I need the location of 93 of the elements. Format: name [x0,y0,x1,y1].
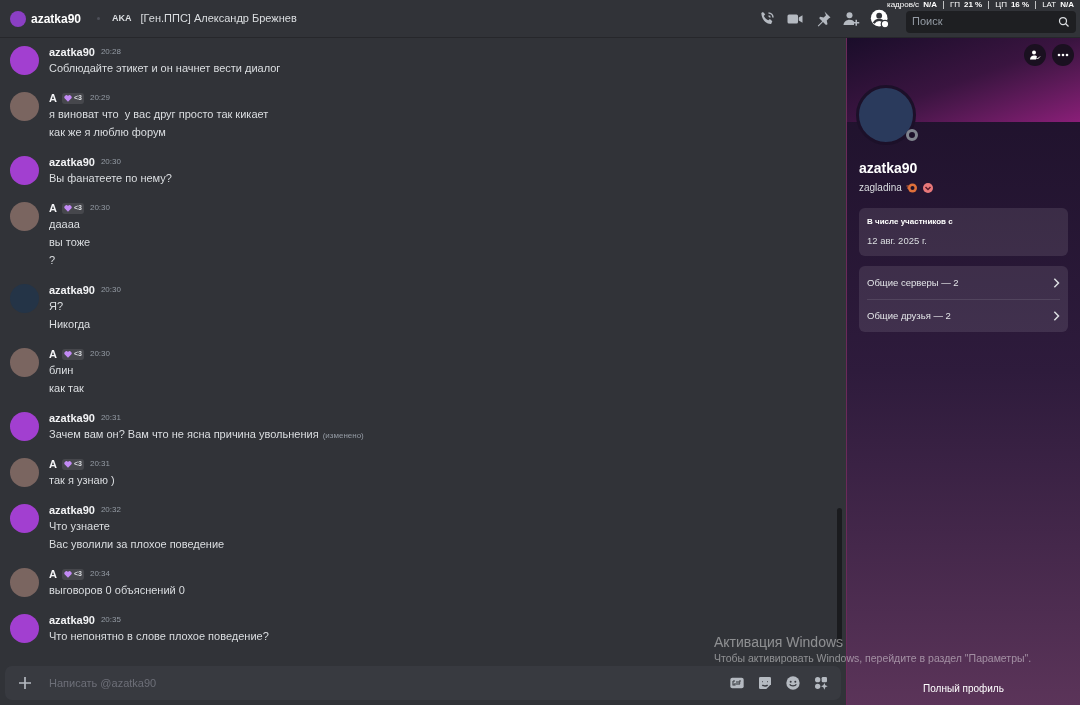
message-time: 20:28 [100,46,121,58]
user-avatar[interactable] [10,156,39,185]
chevron-right-icon [1052,277,1060,288]
member-since-date: 12 авг. 2025 г. [867,234,928,248]
message-author[interactable]: azatka90 [49,409,95,427]
heart-icon [63,94,72,102]
user-avatar [10,10,26,27]
message-time: 20:32 [100,504,121,516]
gif-icon[interactable] [729,675,745,691]
message-time: 20:34 [89,568,110,580]
user-avatar[interactable] [10,92,39,121]
stat-value: 16 % [1010,0,1030,9]
stat-label: LAT [1042,0,1057,9]
message-author[interactable]: azatka90 [49,43,95,61]
user-avatar[interactable] [10,348,39,377]
message-text: как так [49,381,84,396]
message-time: 20:30 [89,202,110,214]
emoji-icon[interactable] [785,675,801,691]
more-icon [1057,53,1069,57]
aka-label: AKA [112,11,132,25]
stat-label: ЦП [995,0,1007,9]
message-author[interactable]: azatka90 [49,501,95,519]
header-username: azatka90 [31,10,82,28]
sticker-icon[interactable] [757,675,773,691]
user-avatar[interactable] [10,412,39,441]
search-icon [1058,15,1070,28]
apps-icon[interactable] [813,675,829,691]
message-author[interactable]: azatka90 [49,611,95,629]
message-author[interactable]: A [49,565,57,583]
message-text: Вы фанатеете по нему? [49,171,172,186]
status-indicator [906,129,918,141]
search-field[interactable]: Поиск [906,10,1076,33]
message-author[interactable]: A [49,199,57,217]
user-avatar[interactable] [10,202,39,231]
message-text: так я узнаю ) [49,473,115,488]
message-author[interactable]: A [49,455,57,473]
message-author[interactable]: A [49,89,57,107]
aka-name: [Ген.ППС] Александр Брежнев [140,11,297,27]
message-text: Что непонятно в слове плохое поведение? [49,629,269,644]
message-text: Вас уволили за плохое поведение [49,537,225,552]
message-text: Что узнаете [49,519,110,534]
user-avatar[interactable] [10,46,39,75]
activation-notice-text: Чтобы активировать Windows, перейдите в раздел "Параметры". [714,651,1032,665]
message-text: я виноват что у вас друг просто так кикает [49,107,269,122]
message-author[interactable]: A [49,345,57,363]
user-avatar[interactable] [10,614,39,643]
message-text: как же я люблю форум [49,125,166,140]
mutual-link[interactable]: Общие серверы — 2 [867,266,1060,300]
member-since-label: В числе участников с [867,216,954,228]
activation-notice-title: Активация Windows [714,634,845,651]
edited-label: (изменено) [322,430,364,442]
heart-icon [63,350,72,358]
message-text: выговоров 0 объяснений 0 [49,583,185,598]
user-avatar[interactable] [10,458,39,487]
message-text: ? [49,253,56,268]
mutual-link[interactable]: Общие друзья — 2 [867,299,1060,333]
search-input[interactable]: Поиск [912,13,1058,30]
stat-value: 21 % [964,0,983,9]
heart-icon [63,570,72,578]
message-text: Я? [49,299,64,314]
message-time: 20:31 [100,412,121,424]
stat-value: N/A [1060,0,1074,9]
message-author[interactable]: azatka90 [49,153,95,171]
message-text: даааа [49,217,80,232]
message-text: Соблюдайте этикет и он начнет вести диалог [49,61,281,76]
badge-icon [905,181,918,194]
message-text: вы тоже [49,235,91,250]
message-time: 20:31 [89,458,110,470]
message-time: 20:35 [100,614,121,626]
profile-username: zagladina [859,181,902,195]
stat-value: N/A [923,0,937,9]
message-time: 20:30 [100,284,121,296]
full-profile-button[interactable]: Полный профиль [915,679,1012,698]
heart-icon [63,460,72,468]
add-friend-icon[interactable] [842,9,860,28]
message-text: Никогда [49,317,91,332]
chevron-right-icon [1052,311,1060,322]
user-check-icon [1029,49,1041,61]
message-time: 20:30 [100,156,121,168]
badge-icon [921,181,934,194]
message-time: 20:30 [89,348,110,360]
user-avatar[interactable] [10,504,39,533]
user-avatar[interactable] [10,568,39,597]
profile-display-name: azatka90 [859,159,919,178]
add-icon[interactable] [17,675,33,691]
stat-label: ГП [949,0,960,9]
stat-label: кадров/с [886,0,920,9]
message-text: Зачем вам он? Вам что не ясна причина увольнения [49,427,319,442]
message-time: 20:29 [89,92,110,104]
heart-icon [63,204,72,212]
message-text: блин [49,363,74,378]
user-profile-icon[interactable] [870,8,890,29]
message-author[interactable]: azatka90 [49,281,95,299]
